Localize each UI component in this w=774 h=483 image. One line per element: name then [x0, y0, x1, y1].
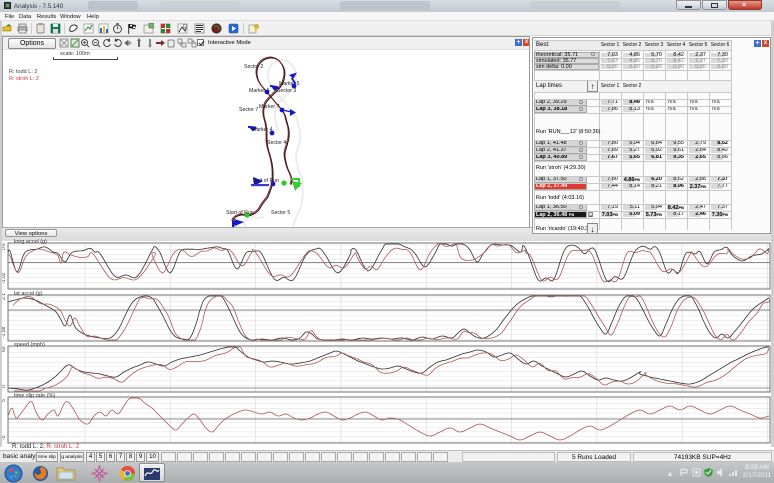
svg-text:long accel (g): long accel (g) — [14, 239, 47, 245]
svg-text:lat accel (g): lat accel (g) — [14, 291, 43, 297]
svg-text:time slip rate (%): time slip rate (%) — [14, 393, 55, 399]
svg-text:speed (mph): speed (mph) — [14, 342, 45, 348]
